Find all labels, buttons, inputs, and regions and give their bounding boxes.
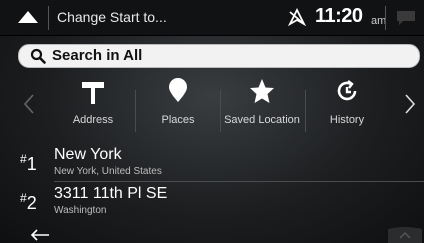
category-history[interactable]: History [305,78,389,136]
category-saved-location[interactable]: Saved Location [220,78,304,136]
clock-time: 11:20 [315,5,363,27]
gps-off-icon [287,7,307,27]
back-arrow-icon[interactable] [30,229,50,241]
history-icon [337,80,357,101]
result-detail: New York, United States [54,166,162,177]
page-title[interactable]: Change Start to... [57,9,167,25]
category-label: Saved Location [224,114,300,126]
category-address[interactable]: Address [51,78,135,136]
result-rank: #2 [20,191,37,213]
result-detail: Washington [54,205,107,216]
search-field[interactable]: Search in All [18,44,420,68]
chevron-right-icon[interactable] [403,92,417,116]
result-row[interactable]: #1 New York New York, United States [0,146,424,182]
result-name: 3311 11th Pl SE [54,185,168,202]
category-label: Places [161,114,195,126]
chevron-up-icon[interactable] [388,225,422,243]
result-rank: #1 [20,152,37,174]
search-label: Search in All [52,47,143,64]
up-arrow-icon[interactable] [18,11,38,23]
signpost-icon [82,82,104,104]
category-label: History [329,114,365,126]
category-bar: Address Places Saved Location History [0,78,424,136]
pin-icon [169,78,187,102]
chevron-left-icon[interactable] [22,92,36,116]
divider [385,6,386,30]
top-bar: Change Start to... 11:20 am [0,0,424,36]
category-label: Address [72,114,114,126]
search-icon [30,48,46,64]
star-icon [250,79,274,103]
message-icon[interactable] [394,8,418,28]
divider [54,181,424,182]
clock-ampm: am [371,15,387,27]
result-name: New York [54,146,122,163]
result-row[interactable]: #2 3311 11th Pl SE Washington [0,185,424,221]
divider [48,6,49,30]
category-places[interactable]: Places [136,78,220,136]
